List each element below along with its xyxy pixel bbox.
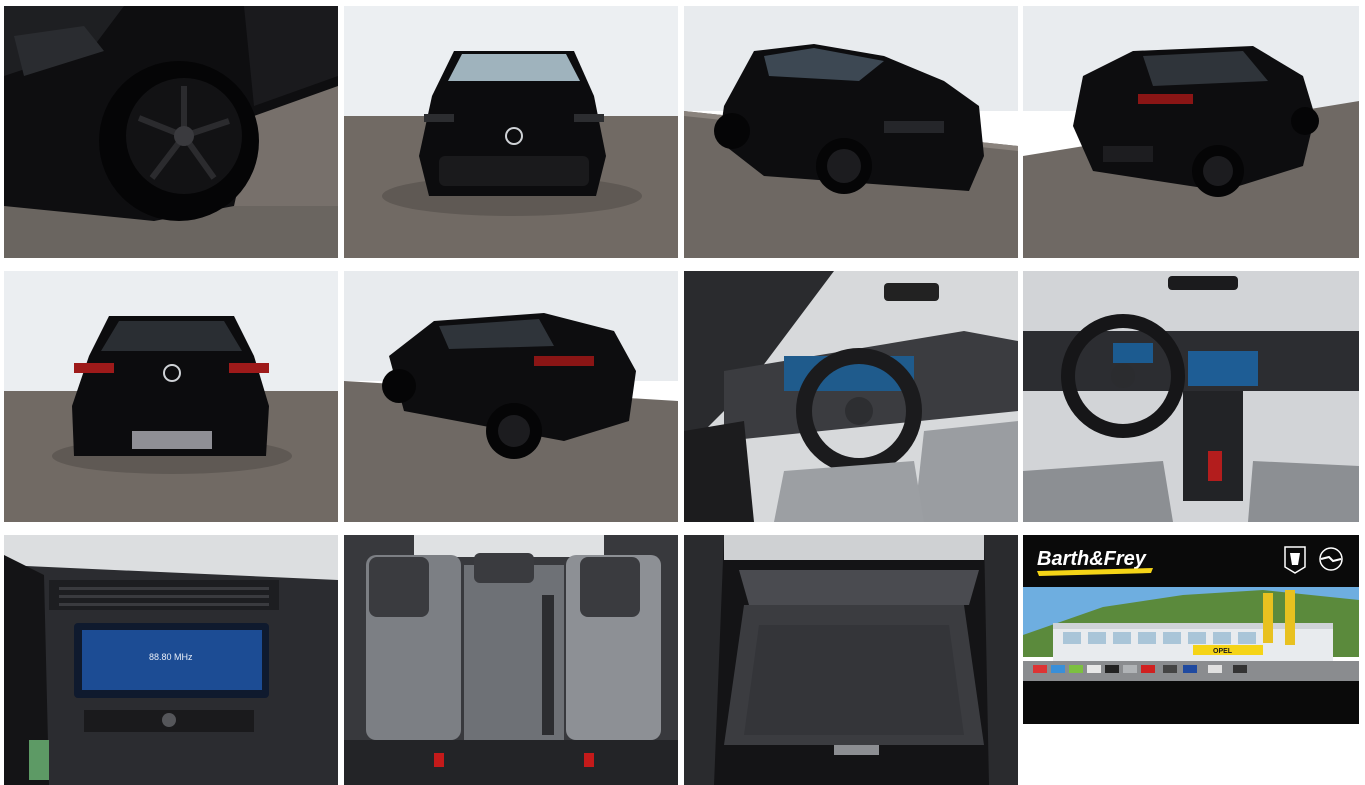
photo-gallery: 88.80 MHz Barth&Frey OPEL — [4, 6, 1359, 785]
photo-rear-view[interactable] — [4, 271, 338, 522]
dealer-name-text: Barth&Frey — [1037, 548, 1147, 570]
dealer-banner-image: Barth&Frey OPEL — [1023, 535, 1359, 724]
rear-three-quarter-right-image — [344, 271, 678, 522]
wheel-closeup-image — [4, 6, 338, 258]
front-three-quarter-image — [684, 6, 1018, 258]
infotainment-image: 88.80 MHz — [4, 535, 338, 785]
photo-rear-three-quarter-view-right[interactable] — [344, 271, 678, 522]
trunk-image — [684, 535, 1018, 785]
front-view-image — [344, 6, 678, 258]
photo-driver-cockpit[interactable] — [684, 271, 1018, 522]
photo-trunk[interactable] — [684, 535, 1018, 785]
photo-infotainment-screen[interactable]: 88.80 MHz — [4, 535, 338, 785]
rear-seats-image — [344, 535, 678, 785]
dealer-sign-text: OPEL — [1213, 648, 1233, 655]
photo-rear-seats[interactable] — [344, 535, 678, 785]
rear-three-quarter-left-image — [1023, 6, 1359, 258]
photo-dealer-banner[interactable]: Barth&Frey OPEL — [1023, 535, 1359, 724]
photo-front-view[interactable] — [344, 6, 678, 258]
dashboard-center-image — [1023, 271, 1359, 522]
rear-view-image — [4, 271, 338, 522]
photo-front-three-quarter-view[interactable] — [684, 6, 1018, 258]
photo-dashboard-center[interactable] — [1023, 271, 1359, 522]
radio-frequency-label: 88.80 MHz — [149, 652, 193, 662]
photo-front-wheel-closeup[interactable] — [4, 6, 338, 258]
driver-cockpit-image — [684, 271, 1018, 522]
photo-rear-three-quarter-view-left[interactable] — [1023, 6, 1359, 258]
